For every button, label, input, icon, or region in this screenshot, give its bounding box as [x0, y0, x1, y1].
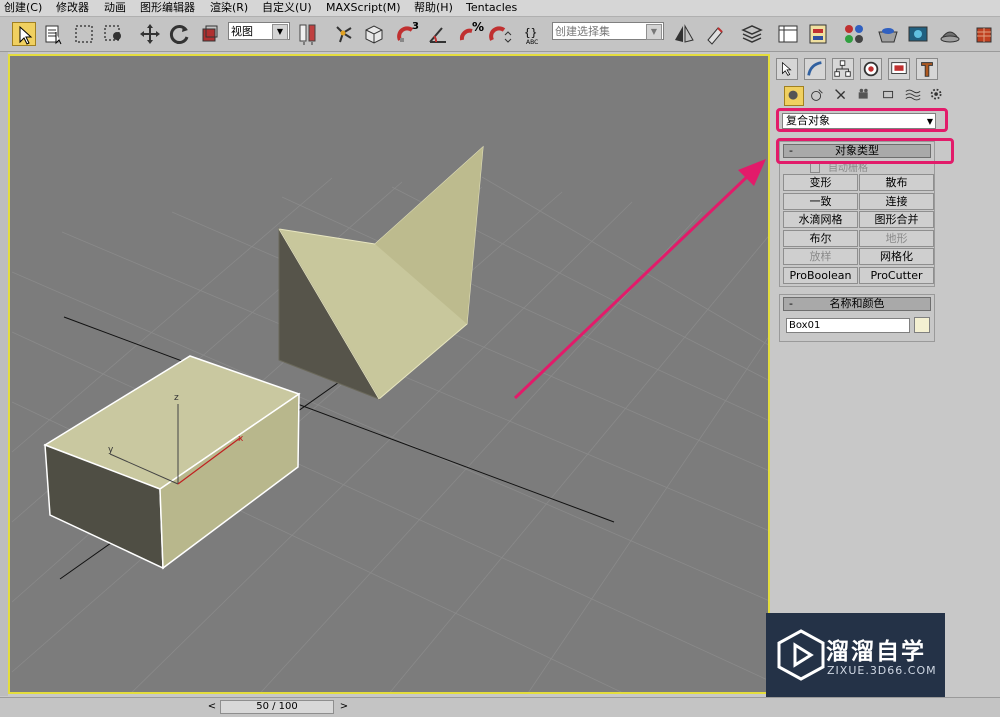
object-type-button[interactable]: 变形	[783, 174, 858, 191]
prev-frame-icon[interactable]: <	[206, 700, 218, 714]
named-selection-dropdown[interactable]: 创建选择集 ▼	[552, 22, 664, 40]
pivot-center-icon[interactable]	[296, 22, 320, 46]
align-icon[interactable]	[702, 22, 726, 46]
geometry-icon[interactable]	[784, 86, 804, 106]
collapse-icon: -	[789, 297, 793, 310]
move-icon[interactable]	[138, 22, 162, 46]
mirror-icon[interactable]	[672, 22, 696, 46]
window-crossing-icon[interactable]	[102, 22, 126, 46]
axis-label-x: x	[238, 434, 244, 444]
angle-snap-icon[interactable]	[426, 22, 450, 46]
hierarchy-tab-icon[interactable]	[832, 58, 854, 80]
material-editor-icon[interactable]	[842, 22, 866, 46]
create-tab-icon[interactable]	[776, 58, 798, 80]
helpers-icon[interactable]	[880, 86, 900, 106]
object-type-button[interactable]: 图形合并	[859, 211, 934, 228]
object-type-button[interactable]: ProBoolean	[783, 266, 858, 284]
checkbox-icon	[810, 163, 820, 173]
quick-render-icon[interactable]	[938, 22, 962, 46]
select-object-icon[interactable]	[12, 22, 36, 46]
rotate-icon[interactable]	[168, 22, 192, 46]
time-slider-bar	[0, 697, 1000, 717]
shapes-icon[interactable]	[808, 86, 828, 106]
rendered-frame-window-icon[interactable]	[906, 22, 930, 46]
utilities-tab-icon[interactable]	[916, 58, 938, 80]
object-type-button[interactable]: 地形	[859, 229, 934, 247]
edit-named-selection-icon[interactable]: {} ABC	[522, 22, 546, 46]
menu-help[interactable]: 帮助(H)	[414, 0, 453, 16]
object-type-button[interactable]: 布尔	[783, 229, 858, 247]
svg-text:ABC: ABC	[526, 39, 538, 46]
layer-manager-icon[interactable]	[740, 22, 764, 46]
left-edge-strip	[0, 52, 8, 696]
name-color-title: 名称和颜色	[829, 297, 885, 310]
annotation-arrow	[513, 159, 766, 400]
lights-icon[interactable]	[832, 86, 852, 106]
render-setup-icon[interactable]	[876, 22, 900, 46]
select-and-link-icon[interactable]	[332, 22, 356, 46]
object-color-swatch[interactable]	[914, 317, 930, 333]
menu-modifiers[interactable]: 修改器	[56, 0, 89, 16]
menu-tentacles[interactable]: Tentacles	[466, 0, 517, 16]
box01-object[interactable]	[43, 355, 301, 570]
object-type-button[interactable]: ProCutter	[859, 266, 934, 284]
spinner-snap-icon[interactable]	[488, 22, 512, 46]
scale-icon[interactable]	[198, 22, 222, 46]
reference-coord-dropdown[interactable]: 视图 ▼	[228, 22, 290, 40]
object-type-button[interactable]: 网格化	[859, 248, 934, 265]
viewport-scene: z y x	[11, 145, 768, 692]
curve-editor-icon[interactable]	[776, 22, 800, 46]
extra-toolbar-icon[interactable]	[972, 22, 996, 46]
menu-animation[interactable]: 动画	[104, 0, 126, 16]
toolbar-grip-icon	[3, 22, 15, 46]
object-type-button[interactable]: 一致	[783, 192, 858, 210]
cameras-icon[interactable]	[856, 86, 876, 106]
object-type-button[interactable]: 散布	[859, 174, 934, 191]
object-name-field[interactable]: Box01	[786, 318, 910, 333]
perspective-viewport[interactable]: z y x	[8, 54, 770, 694]
axis-label-y: y	[108, 445, 114, 455]
snap-dimension-label: 3	[412, 21, 419, 32]
next-frame-icon[interactable]: >	[338, 700, 350, 714]
reference-coord-value: 视图	[231, 25, 253, 38]
prism-object[interactable]	[278, 145, 484, 400]
space-warps-icon[interactable]	[904, 86, 924, 106]
rect-selection-icon[interactable]	[72, 22, 96, 46]
object-type-button[interactable]: 连接	[859, 192, 934, 210]
schematic-view-icon[interactable]	[806, 22, 830, 46]
display-tab-icon[interactable]	[888, 58, 910, 80]
object-type-highlight-box	[776, 138, 954, 164]
time-slider[interactable]: 50 / 100	[220, 700, 334, 714]
chevron-down-icon: ▼	[272, 24, 288, 40]
main-toolbar: 视图 ▼ 3 % {} ABC 创建选择集 ▼	[0, 17, 1000, 52]
menu-customize[interactable]: 自定义(U)	[262, 0, 312, 16]
menu-rendering[interactable]: 渲染(R)	[210, 0, 248, 16]
select-by-name-icon[interactable]	[42, 22, 66, 46]
object-type-button[interactable]: 放样	[783, 248, 858, 265]
menu-create[interactable]: 创建(C)	[4, 0, 42, 16]
chevron-down-icon: ▼	[646, 24, 662, 40]
watermark-subtitle: ZIXUE.3D66.COM	[827, 664, 937, 677]
menu-bar: 创建(C) 修改器 动画 图形编辑器 渲染(R) 自定义(U) MAXScrip…	[0, 0, 1000, 17]
watermark-title: 溜溜自学	[826, 639, 926, 665]
systems-icon[interactable]	[928, 86, 948, 106]
axis-label-z: z	[174, 393, 179, 403]
object-type-button[interactable]: 水滴网格	[783, 211, 858, 228]
name-color-rollout-header[interactable]: - 名称和颜色	[783, 297, 931, 311]
modify-tab-icon[interactable]	[804, 58, 826, 80]
percent-snap-label: %	[472, 20, 485, 34]
motion-tab-icon[interactable]	[860, 58, 882, 80]
svg-text:{}: {}	[524, 26, 537, 39]
auto-grid-label: 自动栅格	[828, 163, 868, 174]
play-logo-icon	[777, 629, 825, 681]
menu-maxscript[interactable]: MAXScript(M)	[326, 0, 401, 16]
bind-space-warp-icon[interactable]	[362, 22, 386, 46]
menu-graph-editors[interactable]: 图形编辑器	[140, 0, 195, 16]
category-highlight-box	[776, 108, 948, 132]
named-selection-placeholder: 创建选择集	[555, 25, 610, 38]
